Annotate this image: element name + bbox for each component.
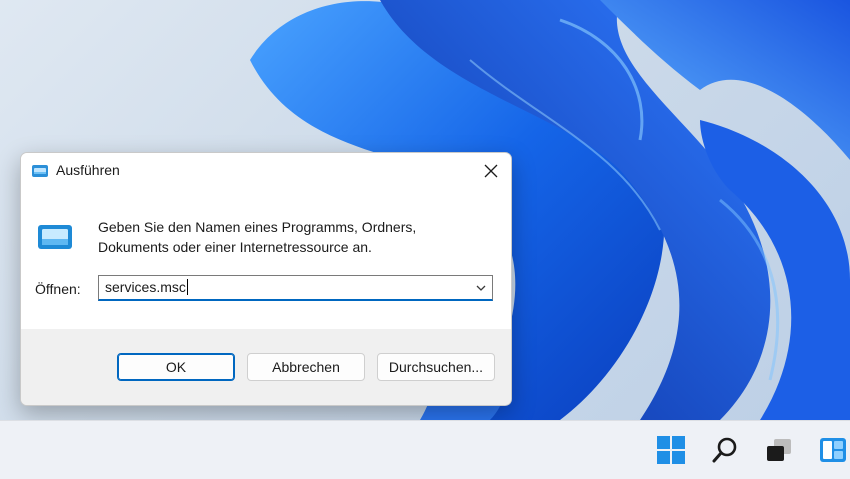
close-button[interactable] <box>471 153 511 189</box>
run-dialog: Ausführen Geben Sie den Namen eines Prog… <box>20 152 512 406</box>
text-caret <box>186 279 188 295</box>
dialog-content: Geben Sie den Namen eines Programms, Ord… <box>21 189 511 329</box>
dialog-description: Geben Sie den Namen eines Programms, Ord… <box>98 217 458 257</box>
ok-button[interactable]: OK <box>117 353 235 381</box>
description-line-2: Dokuments oder einer Internetressource a… <box>98 239 372 255</box>
open-combobox[interactable]: services.msc <box>98 275 493 301</box>
dialog-titlebar[interactable]: Ausführen <box>21 153 511 189</box>
open-label: Öffnen: <box>35 281 81 297</box>
widgets-icon[interactable] <box>818 435 848 465</box>
chevron-down-icon[interactable] <box>474 281 488 295</box>
close-icon <box>484 164 498 178</box>
browse-button[interactable]: Durchsuchen... <box>377 353 495 381</box>
open-input[interactable]: services.msc <box>105 279 188 295</box>
cancel-button[interactable]: Abbrechen <box>247 353 365 381</box>
windows-start-icon[interactable] <box>656 435 686 465</box>
run-app-icon <box>38 225 72 249</box>
run-icon <box>32 165 48 177</box>
taskbar <box>0 420 850 479</box>
dialog-title: Ausführen <box>56 162 120 178</box>
open-input-value: services.msc <box>105 279 186 295</box>
dialog-footer: OK Abbrechen Durchsuchen... <box>21 329 511 405</box>
search-icon[interactable] <box>710 435 740 465</box>
description-line-1: Geben Sie den Namen eines Programms, Ord… <box>98 219 417 235</box>
task-view-icon[interactable] <box>764 435 794 465</box>
